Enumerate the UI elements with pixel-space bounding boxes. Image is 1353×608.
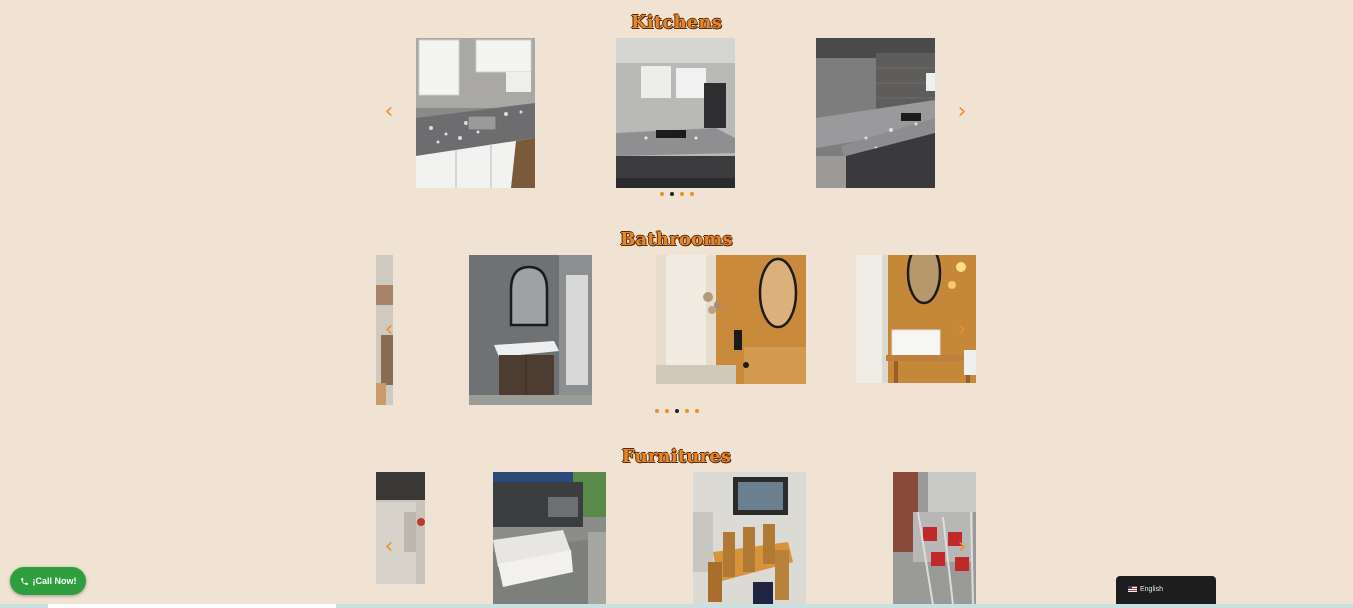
us-flag-icon — [1128, 586, 1137, 593]
call-now-button[interactable]: ¡Call Now! — [10, 567, 86, 595]
furnitures-title: Furnitures — [621, 446, 732, 467]
bathrooms-prev-arrow[interactable]: ‹ — [379, 318, 399, 342]
furnitures-section: Furnitures ‹ › — [0, 0, 1353, 608]
bathrooms-next-arrow[interactable]: › — [952, 318, 972, 342]
furnitures-next-arrow[interactable]: › — [952, 535, 972, 559]
kitchens-next-arrow[interactable]: › — [952, 100, 972, 124]
bottom-scrollbar[interactable] — [0, 604, 1353, 608]
kitchens-prev-arrow[interactable]: ‹ — [379, 100, 399, 124]
furnitures-prev-arrow[interactable]: ‹ — [379, 535, 399, 559]
call-now-label: ¡Call Now! — [32, 576, 77, 586]
furniture-photo-1[interactable] — [493, 472, 606, 605]
furniture-photo-2[interactable] — [693, 472, 806, 605]
scrollbar-thumb[interactable] — [48, 604, 336, 608]
language-label: English — [1140, 586, 1163, 593]
phone-icon — [20, 577, 29, 586]
furniture-photo-partial[interactable] — [376, 472, 425, 584]
